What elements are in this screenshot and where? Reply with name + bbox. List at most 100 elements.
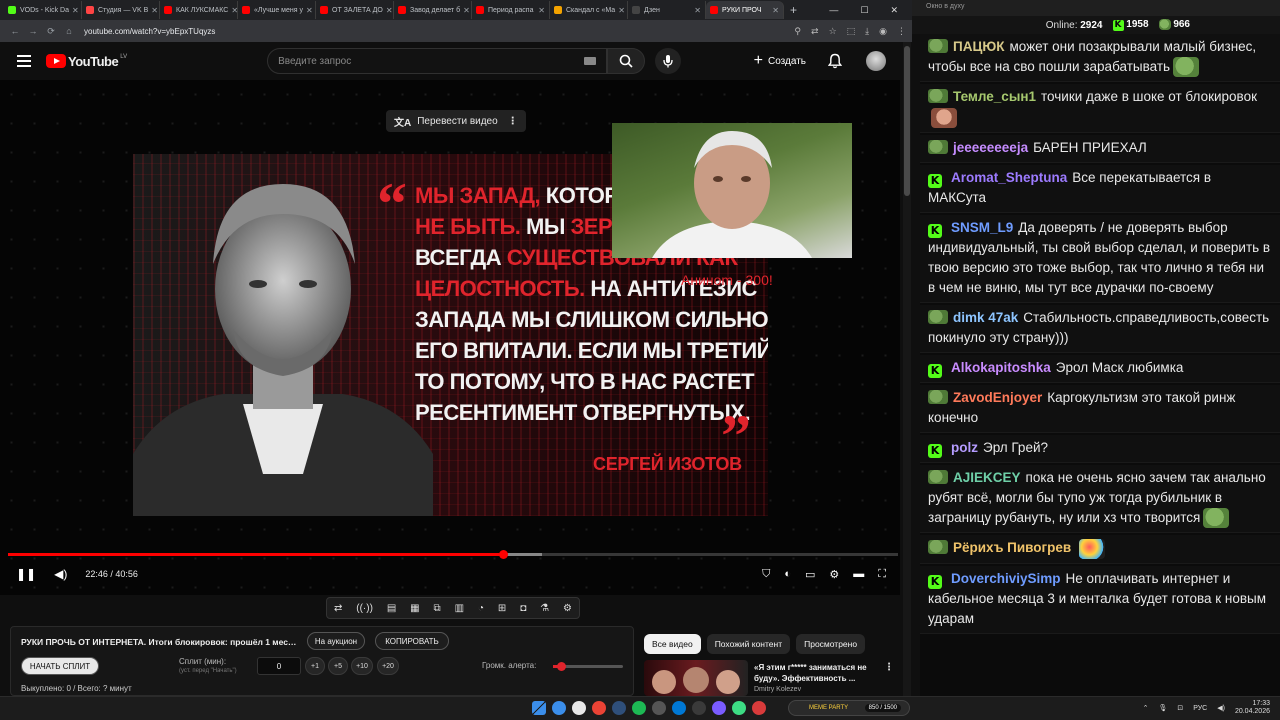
taskbar-app-icon[interactable] xyxy=(552,701,566,715)
audio-icon[interactable]: ((·)) xyxy=(356,603,373,614)
speed-icon[interactable]: ◔ xyxy=(478,603,484,614)
taskbar-app-icon[interactable] xyxy=(612,701,626,715)
browser-tab[interactable]: Студия — VK В ✕ xyxy=(82,1,160,19)
add-frame-icon[interactable]: ⊞ xyxy=(498,603,506,614)
system-clock[interactable]: 17:33 20.04.2026 xyxy=(1235,700,1270,716)
increment-1-button[interactable]: +1 xyxy=(305,657,325,675)
increment-20-button[interactable]: +20 xyxy=(377,657,399,675)
page-scrollbar[interactable] xyxy=(903,42,911,696)
meme-party-widget[interactable]: MEME PARTY 850 / 1500 xyxy=(788,700,910,716)
tab-close-icon[interactable]: ✕ xyxy=(303,6,313,15)
tab-close-icon[interactable]: ✕ xyxy=(383,6,393,15)
voice-search-button[interactable] xyxy=(655,48,682,74)
more-actions-icon[interactable]: ⋮ xyxy=(884,662,894,673)
chat-username[interactable]: Темле_сын1 xyxy=(953,89,1036,104)
tab-close-icon[interactable]: ✕ xyxy=(460,6,470,15)
start-menu-icon[interactable] xyxy=(532,701,546,715)
chip-all-videos[interactable]: Все видео xyxy=(644,634,701,654)
start-split-button[interactable]: НАЧАТЬ СПЛИТ xyxy=(21,657,99,675)
taskbar-app-icon[interactable] xyxy=(712,701,726,715)
tray-network-icon[interactable]: ⊡ xyxy=(1177,704,1183,712)
alert-volume-slider[interactable] xyxy=(553,662,623,671)
fullscreen-icon[interactable]: ⛶ xyxy=(878,568,886,581)
sponsorblock-icon[interactable]: ⛉ xyxy=(762,568,770,581)
recommended-thumbnail[interactable] xyxy=(644,660,748,696)
tray-chevron-icon[interactable]: ⌃ xyxy=(1143,704,1149,712)
chat-username[interactable]: ПАЦЮК xyxy=(953,39,1004,54)
recommended-channel[interactable]: Dmitry Kolezev xyxy=(754,686,801,693)
chat-username[interactable]: ZavodEnjoyer xyxy=(953,390,1042,405)
browser-tab[interactable]: Скандал с «Ма ✕ xyxy=(550,1,628,19)
chat-username[interactable]: DoverchiviySimp xyxy=(951,571,1061,586)
extension-icon[interactable]: ⬚ xyxy=(847,26,856,37)
split-minutes-input[interactable]: 0 xyxy=(257,657,301,675)
close-icon[interactable]: ✕ xyxy=(890,5,898,16)
gear-icon[interactable]: ⚙ xyxy=(563,603,572,614)
chat-username[interactable]: AJIEKCEY xyxy=(953,470,1021,485)
taskbar-app-icon[interactable] xyxy=(732,701,746,715)
screenshot-icon[interactable]: ◘ xyxy=(520,603,526,614)
pause-icon[interactable]: ❚❚ xyxy=(16,567,36,581)
chat-username[interactable]: polz xyxy=(951,440,978,455)
pip-icon[interactable]: ⧉ xyxy=(434,603,441,614)
increment-10-button[interactable]: +10 xyxy=(351,657,373,675)
search-button[interactable] xyxy=(607,48,646,74)
translate-video-button[interactable]: 文A Перевести видео ⋮ xyxy=(386,110,526,132)
chat-username[interactable]: Alkokapitoshka xyxy=(951,360,1051,375)
tab-close-icon[interactable]: ✕ xyxy=(535,6,545,15)
chat-username[interactable]: dimk 47ak xyxy=(953,310,1018,325)
youtube-logo[interactable]: YouTube LV xyxy=(46,54,127,69)
alert-volume-thumb[interactable] xyxy=(557,662,567,671)
chat-username[interactable]: SNSM_L9 xyxy=(951,220,1013,235)
loop-icon[interactable]: ⇄ xyxy=(334,603,342,614)
back-icon[interactable]: ← xyxy=(6,26,24,36)
tab-close-icon[interactable]: ✕ xyxy=(615,6,625,15)
grid-icon[interactable]: ▥ xyxy=(455,603,464,614)
film-icon[interactable]: ▦ xyxy=(410,603,419,614)
zoom-icon[interactable]: ⚲ xyxy=(794,26,801,37)
taskbar-app-icon[interactable] xyxy=(592,701,606,715)
chat-username[interactable]: Рёрихъ Пивогрев xyxy=(953,540,1071,555)
taskbar-app-icon[interactable] xyxy=(632,701,646,715)
browser-tab[interactable]: ОТ ЗАЛЕТА ДО ✕ xyxy=(316,1,394,19)
menu-dots-icon[interactable]: ⋮ xyxy=(897,26,906,37)
copy-button[interactable]: КОПИРОВАТЬ xyxy=(375,632,449,650)
chat-username[interactable]: Aromat_Sheptuna xyxy=(951,170,1067,185)
forward-icon[interactable]: → xyxy=(24,26,42,36)
profile-icon[interactable]: ◉ xyxy=(879,26,887,37)
translate-icon[interactable]: ⇄ xyxy=(811,26,819,37)
taskbar-app-icon[interactable] xyxy=(692,701,706,715)
notifications-bell-icon[interactable] xyxy=(828,53,842,69)
more-options-icon[interactable]: ⋮ xyxy=(508,116,518,127)
increment-5-button[interactable]: +5 xyxy=(328,657,348,675)
chip-watched[interactable]: Просмотрено xyxy=(796,634,866,654)
progress-bar[interactable] xyxy=(8,550,898,559)
autoplay-toggle-icon[interactable]: ◐ xyxy=(784,568,791,580)
theater-mode-icon[interactable]: ▬ xyxy=(853,568,864,580)
taskbar-app-icon[interactable] xyxy=(652,701,666,715)
scrollbar-thumb[interactable] xyxy=(904,46,910,196)
tab-close-icon[interactable]: ✕ xyxy=(69,6,79,15)
flask-icon[interactable]: ⚗ xyxy=(540,603,549,614)
tab-close-icon[interactable]: ✕ xyxy=(691,6,701,15)
browser-tab[interactable]: Завод делает б ✕ xyxy=(394,1,472,19)
home-icon[interactable]: ⌂ xyxy=(60,26,78,36)
keyboard-icon[interactable] xyxy=(584,57,597,65)
browser-tab[interactable]: VODs - Kick Da ✕ xyxy=(4,1,82,19)
download-icon[interactable]: ⤓ xyxy=(865,26,869,37)
chat-messages[interactable]: ПАЦЮК может они позакрывали малый бизнес,… xyxy=(920,34,1280,696)
browser-tab[interactable]: Дзен ✕ xyxy=(628,1,706,19)
maximize-icon[interactable]: ☐ xyxy=(860,5,868,16)
tray-speaker-icon[interactable]: ◀) xyxy=(1217,704,1225,712)
create-button[interactable]: + Создать xyxy=(754,52,806,70)
record-icon[interactable]: ▤ xyxy=(387,603,396,614)
bookmark-star-icon[interactable]: ☆ xyxy=(829,26,837,37)
tray-mic-icon[interactable]: 🎙 xyxy=(1158,704,1167,712)
browser-tab[interactable]: Период распа ✕ xyxy=(472,1,550,19)
url-field[interactable]: youtube.com/watch?v=ybEpxTUqyzs xyxy=(84,27,215,36)
tab-close-icon[interactable]: ✕ xyxy=(228,6,237,15)
video-player[interactable]: 文A Перевести видео ⋮ “ Мы запад, который… xyxy=(0,80,900,595)
recommended-title[interactable]: «Я этим г***** заниматься не буду». Эффе… xyxy=(754,662,878,684)
tab-close-icon[interactable]: ✕ xyxy=(769,6,779,15)
recommended-video[interactable]: «Я этим г***** заниматься не буду». Эффе… xyxy=(644,660,898,696)
